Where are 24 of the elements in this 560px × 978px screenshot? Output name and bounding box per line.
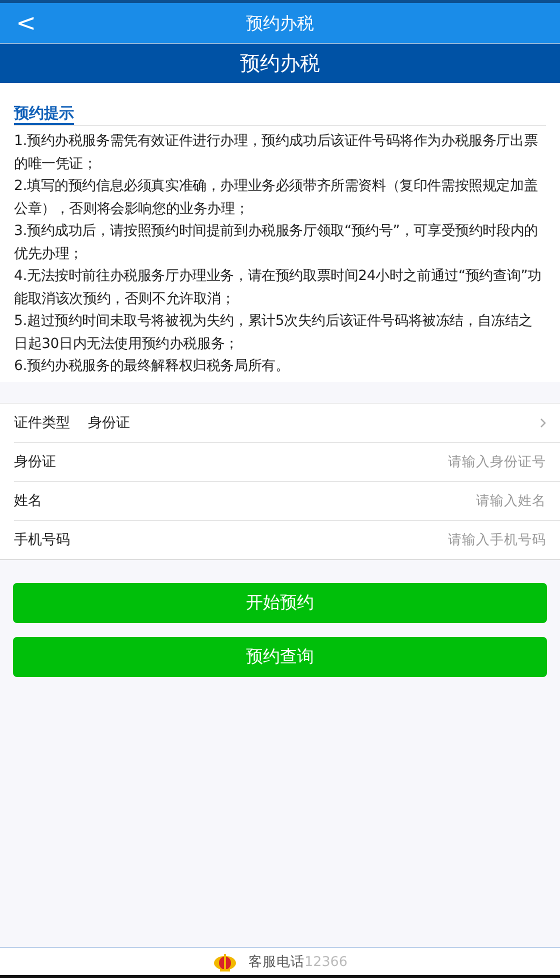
field-label: 证件类型 xyxy=(14,414,71,432)
select-row[interactable]: 证件类型 身份证 xyxy=(14,404,560,442)
notice-item: 6.预约办税服务的最终解释权归税务局所有。 xyxy=(14,357,290,376)
notice-item: 2.填写的预约信息必须真实准确，办理业务必须带齐所需资料（复印件需按照规定加盖公章），否则将会影响您的业务办理； xyxy=(14,177,539,218)
nav-title: 预约办税 xyxy=(246,12,314,34)
chevron-icon xyxy=(540,418,546,428)
input-field[interactable]: 请输入姓名 xyxy=(88,492,546,508)
hotline-text: 客服电话12366 xyxy=(248,952,348,970)
notice-item: 5.超过预约时间未取号将被视为失约，累计5次失约后该证件号码将被冻结，自冻结之日起30日内无法使用预约办税服务； xyxy=(14,312,534,354)
field-label: 姓名 xyxy=(14,492,43,510)
field-label: 手机号码 xyxy=(14,530,71,548)
input-field[interactable]: 请输入手机号码 xyxy=(88,532,546,548)
emblem-icon xyxy=(212,952,237,972)
field-value: 身份证 xyxy=(88,414,131,432)
back-button[interactable]: < xyxy=(10,9,42,37)
field-label: 身份证 xyxy=(14,452,57,470)
notice-item: 3.预约成功后，请按照预约时间提前到办税服务厅领取“预约号”，可享受预约时段内的优先办理； xyxy=(14,222,539,264)
notice-title: 预约提示 xyxy=(14,103,74,125)
notice-item: 4.无法按时前往办税服务厅办理业务，请在预约取票时间24小时之前通过“预约查询”功能取消该次预约，否则不允许取消； xyxy=(14,267,542,308)
action-button[interactable]: 预约查询 xyxy=(13,636,547,676)
input-field[interactable]: 请输入身份证号 xyxy=(88,454,546,470)
action-button[interactable]: 开始预约 xyxy=(13,582,547,622)
header-title: 预约办税 xyxy=(240,50,320,77)
notice-item: 1.预约办税服务需凭有效证件进行办理，预约成功后该证件号码将作为办税服务厅出票的唯一凭证； xyxy=(14,132,539,174)
